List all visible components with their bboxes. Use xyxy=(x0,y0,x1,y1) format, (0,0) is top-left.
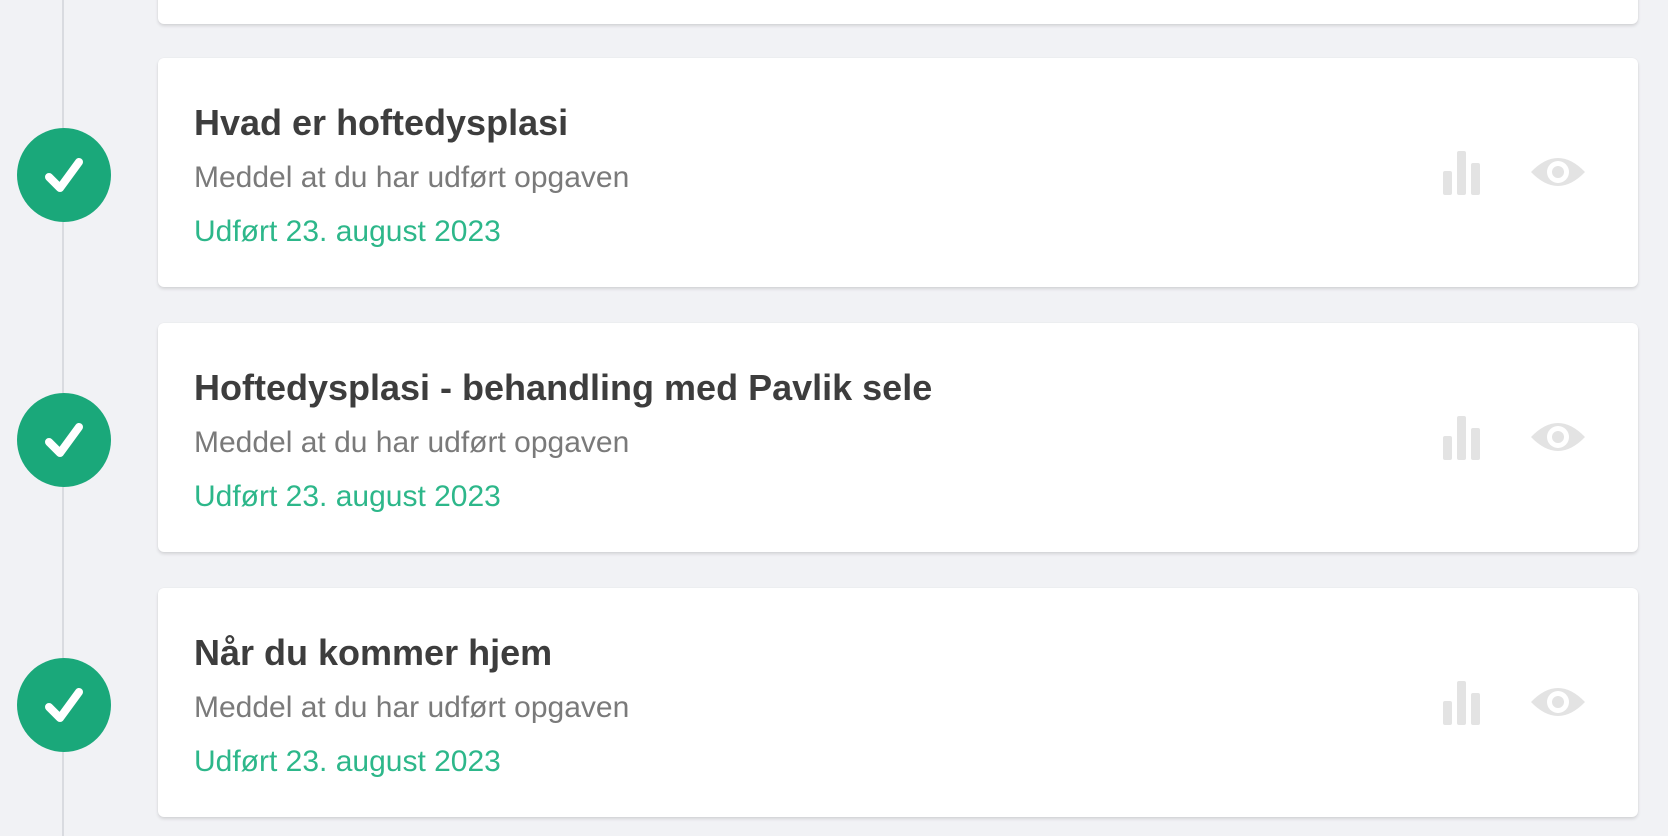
task-card[interactable]: Hvad er hoftedysplasi Meddel at du har u… xyxy=(158,58,1638,287)
task-title: Hvad er hoftedysplasi xyxy=(194,102,569,143)
task-title: Hoftedysplasi - behandling med Pavlik se… xyxy=(194,367,933,408)
check-icon xyxy=(45,688,83,722)
stats-icon[interactable] xyxy=(1443,681,1489,725)
eye-icon[interactable] xyxy=(1528,150,1588,194)
completed-badge xyxy=(17,658,111,752)
eye-icon[interactable] xyxy=(1528,680,1588,724)
task-subtitle: Meddel at du har udført opgaven xyxy=(194,426,630,459)
check-icon xyxy=(45,423,83,457)
check-icon xyxy=(45,158,83,192)
task-completed-date: Udført 23. august 2023 xyxy=(194,480,501,513)
task-subtitle: Meddel at du har udført opgaven xyxy=(194,161,630,194)
task-completed-date: Udført 23. august 2023 xyxy=(194,745,501,778)
stats-icon[interactable] xyxy=(1443,151,1489,195)
completed-badge xyxy=(17,128,111,222)
task-card[interactable]: Hoftedysplasi - behandling med Pavlik se… xyxy=(158,323,1638,552)
stats-icon[interactable] xyxy=(1443,416,1489,460)
task-card[interactable]: Når du kommer hjem Meddel at du har udfø… xyxy=(158,588,1638,817)
task-subtitle: Meddel at du har udført opgaven xyxy=(194,691,630,724)
eye-icon[interactable] xyxy=(1528,415,1588,459)
completed-badge xyxy=(17,393,111,487)
task-completed-date: Udført 23. august 2023 xyxy=(194,215,501,248)
task-card-previous[interactable] xyxy=(158,0,1638,24)
task-title: Når du kommer hjem xyxy=(194,632,553,673)
